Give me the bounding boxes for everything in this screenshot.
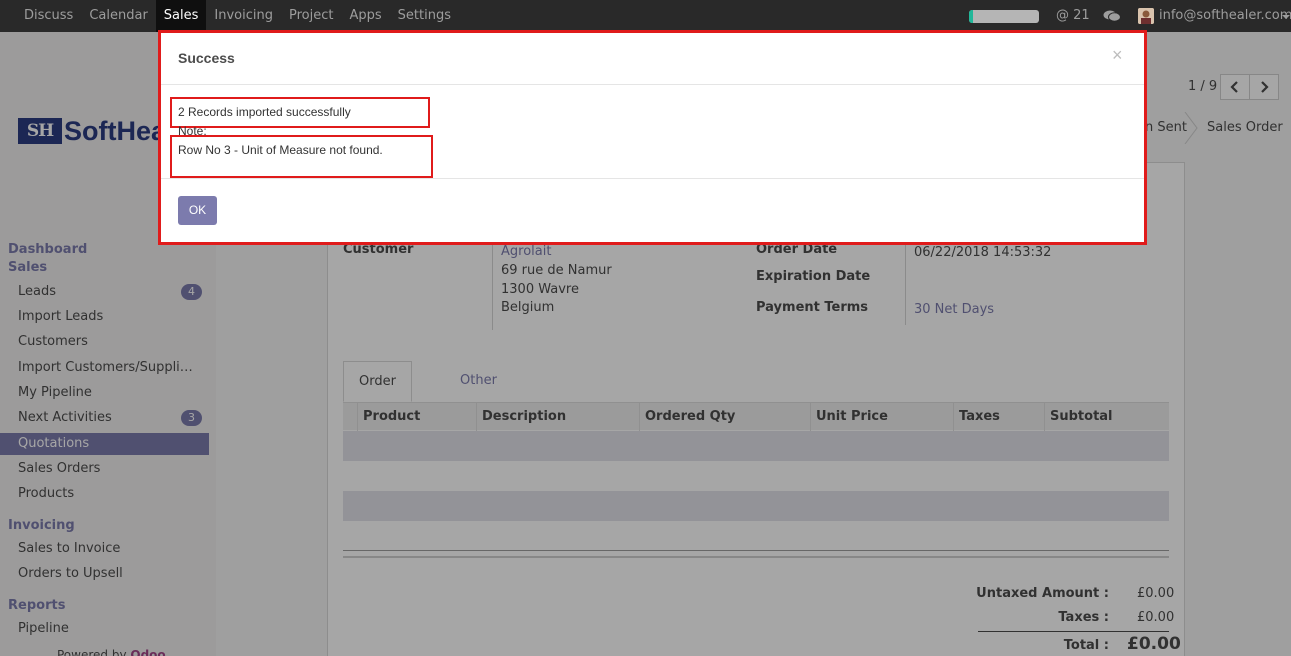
menu-calendar[interactable]: Calendar [81,0,155,32]
ok-button[interactable]: OK [178,196,217,225]
progress-fill [969,10,973,23]
user-avatar[interactable] [1138,8,1154,24]
top-navbar: Discuss Calendar Sales Invoicing Project… [0,0,1291,32]
menu-discuss[interactable]: Discuss [16,0,81,32]
dialog-footer-divider [161,178,1144,179]
close-icon[interactable]: × [1112,45,1123,66]
user-avatar-icon [1138,8,1154,24]
dialog-header-divider [161,84,1144,85]
user-email[interactable]: info@softhealer.com [1159,0,1291,32]
dialog-title: Success [178,50,235,66]
menu-apps[interactable]: Apps [341,0,389,32]
menu-sales[interactable]: Sales [155,0,207,32]
menu-project[interactable]: Project [281,0,341,32]
success-dialog: Success × 2 Records imported successfull… [158,30,1147,245]
chevron-down-icon[interactable] [1282,15,1290,19]
import-result-message: 2 Records imported successfully [178,105,351,119]
chat-icon[interactable] [1103,9,1121,23]
mentions-counter[interactable]: @ 21 [1056,0,1090,32]
menu-settings[interactable]: Settings [390,0,459,32]
onboarding-progress-bar[interactable] [969,10,1039,23]
app-menu: Discuss Calendar Sales Invoicing Project… [16,0,459,32]
import-error-note: Row No 3 - Unit of Measure not found. [178,143,383,157]
menu-invoicing[interactable]: Invoicing [206,0,281,32]
